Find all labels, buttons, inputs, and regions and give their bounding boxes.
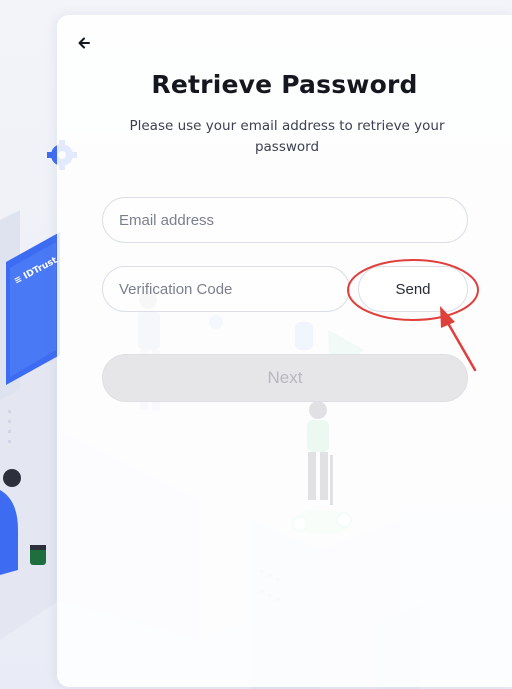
email-field — [102, 197, 468, 243]
page-title: Retrieve Password — [151, 70, 418, 99]
verification-code-field — [102, 266, 350, 312]
send-code-button[interactable]: Send — [358, 266, 468, 312]
page-subtitle: Please use your email address to retriev… — [129, 118, 445, 155]
back-arrow-icon[interactable] — [75, 33, 95, 53]
verification-code-input[interactable] — [103, 267, 349, 311]
retrieve-password-page: ≡ IDTrust Retrieve Password Please use y… — [0, 0, 512, 689]
email-input[interactable] — [103, 198, 467, 242]
next-button[interactable]: Next — [102, 354, 468, 402]
